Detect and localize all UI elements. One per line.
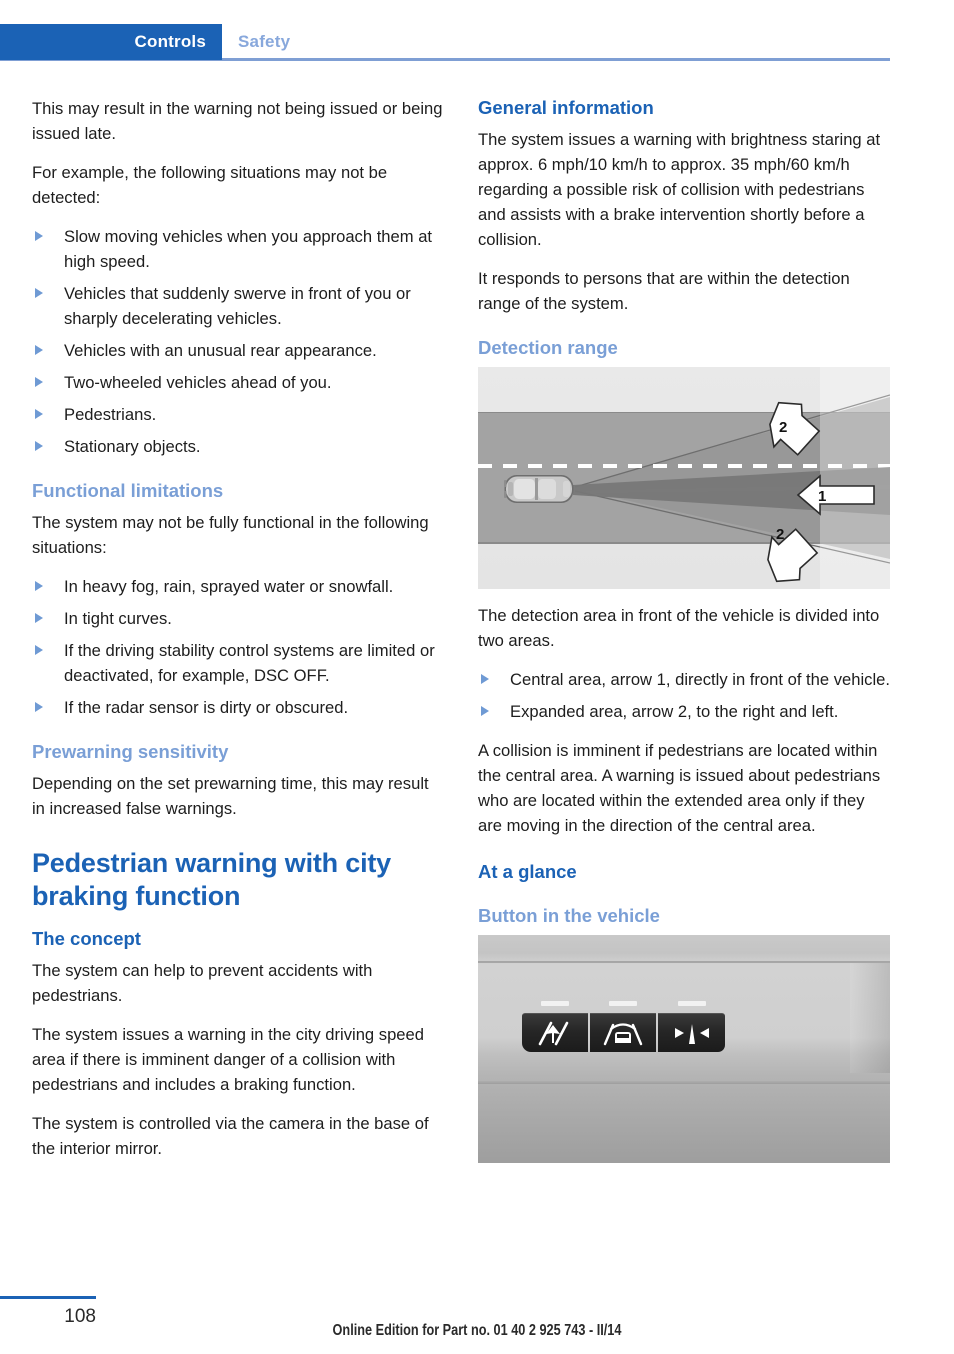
list-item-text: If the radar sensor is dirty or obscured… (64, 698, 349, 717)
panel-seam-bottom (478, 1081, 890, 1084)
footer-rule (0, 1296, 96, 1299)
button-led-indicator (678, 1001, 706, 1006)
tab-controls[interactable]: Controls (0, 24, 222, 60)
list-item-text: Central area, arrow 1, directly in front… (510, 670, 890, 689)
arrow-2-bottom-label: 2 (776, 526, 785, 543)
lane-departure-warning-icon (522, 1019, 588, 1052)
triangle-bullet-icon (35, 345, 43, 355)
panel-edge-highlight (850, 963, 890, 1073)
list-item-text: Stationary objects. (64, 437, 201, 456)
heading-the-concept: The concept (32, 928, 141, 949)
tab-controls-label: Controls (134, 32, 206, 51)
left-column: This may result in the warning not being… (32, 96, 444, 1175)
list-item-text: In heavy fog, rain, sprayed water or sno… (64, 577, 394, 596)
list-item: If the radar sensor is dirty or obscured… (32, 695, 444, 720)
vehicle-button-panel-photo (478, 935, 890, 1163)
list-not-detected: Slow moving vehicles when you approach t… (32, 224, 444, 459)
right-column: General information The system issues a … (478, 96, 890, 1163)
paragraph-general-info-1: The system issues a warning with brightn… (478, 130, 881, 249)
heading-functional-limitations: Functional limitations (32, 480, 224, 501)
arrow-2-top-label: 2 (779, 419, 788, 436)
paragraph-concept-3: The system is controlled via the camera … (32, 1114, 429, 1158)
triangle-bullet-icon (481, 674, 489, 684)
list-item-text: In tight curves. (64, 609, 172, 628)
triangle-bullet-icon (35, 702, 43, 712)
edition-note: Online Edition for Part no. 01 40 2 925 … (332, 1322, 622, 1339)
paragraph-functional-limitations-intro: The system may not be fully functional i… (32, 513, 429, 557)
list-item-text: Two-wheeled vehicles ahead of you. (64, 373, 332, 392)
triangle-bullet-icon (35, 288, 43, 298)
list-item: Stationary objects. (32, 434, 444, 459)
list-item: Central area, arrow 1, directly in front… (478, 667, 890, 692)
button-led-indicator (541, 1001, 569, 1006)
paragraph-situations-intro: For example, the following situations ma… (32, 163, 388, 207)
list-item-text: Expanded area, arrow 2, to the right and… (510, 702, 839, 721)
list-item-text: Pedestrians. (64, 405, 157, 424)
lane-change-warning-icon (658, 1019, 725, 1052)
triangle-bullet-icon (35, 581, 43, 591)
list-item: Slow moving vehicles when you approach t… (32, 224, 444, 274)
triangle-bullet-icon (35, 409, 43, 419)
paragraph-general-info-2: It responds to persons that are within t… (478, 269, 850, 313)
heading-button-in-the-vehicle: Button in the vehicle (478, 905, 660, 926)
triangle-bullet-icon (35, 613, 43, 623)
page-header: Controls Safety (0, 24, 954, 61)
panel-seam-top (478, 961, 890, 963)
list-item: Two-wheeled vehicles ahead of you. (32, 370, 444, 395)
detection-range-diagram: 1 2 2 (478, 367, 890, 589)
triangle-bullet-icon (35, 645, 43, 655)
arrow-2-top-callout-icon (769, 401, 821, 456)
page-title: Pedestrian warning with city braking fun… (32, 848, 391, 911)
tab-safety[interactable]: Safety (238, 32, 290, 52)
collision-warning-button[interactable] (590, 1013, 656, 1052)
arrow-1-label: 1 (818, 488, 827, 505)
list-item: Pedestrians. (32, 402, 444, 427)
paragraph-concept-1: The system can help to prevent accidents… (32, 961, 373, 1005)
button-cluster (522, 1001, 725, 1052)
heading-general-information: General information (478, 97, 654, 118)
list-item: Expanded area, arrow 2, to the right and… (478, 699, 890, 724)
paragraph-concept-2: The system issues a warning in the city … (32, 1025, 424, 1094)
list-item: If the driving stability control systems… (32, 638, 444, 688)
list-item-text: Vehicles that suddenly swerve in front o… (64, 284, 411, 328)
triangle-bullet-icon (35, 377, 43, 387)
paragraph-warning-late: This may result in the warning not being… (32, 99, 443, 143)
list-functional-limitations: In heavy fog, rain, sprayed water or sno… (32, 574, 444, 720)
list-detection-areas: Central area, arrow 1, directly in front… (478, 667, 890, 724)
list-item: Vehicles that suddenly swerve in front o… (32, 281, 444, 331)
heading-prewarning-sensitivity: Prewarning sensitivity (32, 741, 229, 762)
triangle-bullet-icon (35, 441, 43, 451)
paragraph-collision-imminent: A collision is imminent if pedestrians a… (478, 741, 881, 835)
paragraph-prewarning-sensitivity: Depending on the set prewarning time, th… (32, 774, 429, 818)
list-item: Vehicles with an unusual rear appearance… (32, 338, 444, 363)
heading-detection-range: Detection range (478, 337, 618, 358)
list-item-text: Vehicles with an unusual rear appearance… (64, 341, 377, 360)
triangle-bullet-icon (35, 231, 43, 241)
vehicle-top-view-icon (504, 475, 574, 503)
collision-warning-icon (590, 1019, 656, 1052)
list-item: In heavy fog, rain, sprayed water or sno… (32, 574, 444, 599)
button-led-indicator (609, 1001, 637, 1006)
paragraph-detection-areas: The detection area in front of the vehic… (478, 606, 880, 650)
triangle-bullet-icon (481, 706, 489, 716)
list-item-text: If the driving stability control systems… (64, 641, 435, 685)
arrow-2-bottom-callout-icon (767, 528, 819, 583)
list-item-text: Slow moving vehicles when you approach t… (64, 227, 433, 271)
list-item: In tight curves. (32, 606, 444, 631)
lane-change-warning-button[interactable] (658, 1013, 725, 1052)
heading-at-a-glance: At a glance (478, 861, 577, 882)
lane-departure-warning-button[interactable] (522, 1013, 588, 1052)
